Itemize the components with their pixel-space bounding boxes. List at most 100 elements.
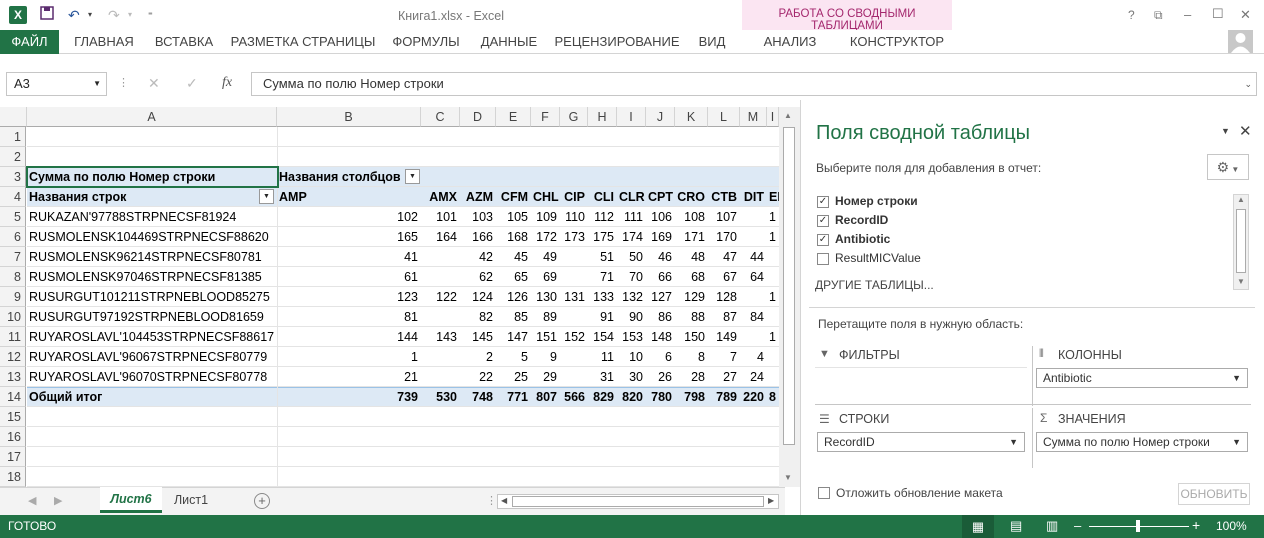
pivot-value-cell[interactable]: 149 bbox=[710, 327, 740, 347]
pivot-value-cell[interactable]: 45 bbox=[498, 247, 531, 267]
grand-total-cell[interactable]: 771 bbox=[498, 387, 531, 407]
pivot-value-cell[interactable]: 133 bbox=[590, 287, 617, 307]
zoom-slider-thumb[interactable] bbox=[1136, 520, 1140, 532]
customize-qat-icon[interactable]: ⁼ bbox=[148, 6, 153, 24]
pivot-value-cell[interactable]: 68 bbox=[677, 267, 708, 287]
row-header[interactable]: 18 bbox=[0, 467, 26, 487]
pivot-value-cell[interactable]: 165 bbox=[279, 227, 421, 247]
help-icon[interactable]: ? bbox=[1128, 8, 1135, 22]
pivot-row-label[interactable]: RUSURGUT97192STRPNEBLOOD81659 bbox=[29, 307, 277, 327]
pivot-value-cell[interactable]: 173 bbox=[562, 227, 588, 247]
pivot-value-cell[interactable]: 44 bbox=[742, 247, 767, 267]
tab-formulas[interactable]: ФОРМУЛЫ bbox=[388, 30, 464, 54]
pivot-value-cell[interactable]: 22 bbox=[462, 367, 496, 387]
save-icon[interactable] bbox=[40, 6, 54, 24]
row-header[interactable]: 4 bbox=[0, 187, 26, 207]
row-header[interactable]: 17 bbox=[0, 447, 26, 467]
field-list-settings[interactable]: ⚙ ▼ bbox=[1207, 154, 1249, 180]
grand-total-cell[interactable]: 780 bbox=[648, 387, 675, 407]
zoom-out-button[interactable]: – bbox=[1074, 518, 1081, 533]
pivot-value-cell[interactable]: 24 bbox=[742, 367, 767, 387]
grand-total-cell[interactable]: 530 bbox=[423, 387, 460, 407]
tab-page-layout[interactable]: РАЗМЕТКА СТРАНИЦЫ bbox=[228, 30, 378, 54]
tab-view[interactable]: ВИД bbox=[690, 30, 734, 54]
pivot-row-label[interactable]: RUKAZAN'97788STRPNECSF81924 bbox=[29, 207, 277, 227]
antibiotic-header[interactable]: DIT bbox=[742, 187, 767, 207]
columns-field-dropdown[interactable]: Antibiotic ▼ bbox=[1036, 368, 1248, 388]
row-header[interactable]: 16 bbox=[0, 427, 26, 447]
antibiotic-header[interactable]: AMP bbox=[279, 187, 421, 207]
pane-options-icon[interactable]: ▼ bbox=[1221, 126, 1230, 136]
pivot-value-cell[interactable]: 174 bbox=[619, 227, 646, 247]
pivot-value-cell[interactable]: 147 bbox=[498, 327, 531, 347]
redo-icon[interactable]: ↷ bbox=[108, 6, 120, 24]
column-header-c[interactable]: C bbox=[421, 107, 460, 127]
pivot-value-cell[interactable]: 1 bbox=[769, 227, 779, 247]
scroll-right-icon[interactable]: ▶ bbox=[54, 494, 62, 507]
pivot-value-cell[interactable]: 110 bbox=[562, 207, 588, 227]
row-header[interactable]: 15 bbox=[0, 407, 26, 427]
pivot-value-cell[interactable]: 48 bbox=[677, 247, 708, 267]
pivot-value-cell[interactable]: 166 bbox=[462, 227, 496, 247]
grand-total-cell[interactable]: 739 bbox=[279, 387, 421, 407]
row-header[interactable]: 12 bbox=[0, 347, 26, 367]
grand-total-cell[interactable]: 8 bbox=[769, 387, 779, 407]
row-header[interactable]: 10 bbox=[0, 307, 26, 327]
pivot-value-cell[interactable]: 46 bbox=[648, 247, 675, 267]
pivot-value-cell[interactable]: 47 bbox=[710, 247, 740, 267]
column-header-i[interactable]: I bbox=[767, 107, 779, 127]
field-checkbox-antibiotic[interactable]: ✓ bbox=[817, 234, 829, 246]
pivot-value-cell[interactable]: 28 bbox=[677, 367, 708, 387]
pivot-value-cell[interactable]: 1 bbox=[769, 327, 779, 347]
pivot-value-cell[interactable]: 67 bbox=[710, 267, 740, 287]
pivot-value-cell[interactable]: 10 bbox=[619, 347, 646, 367]
pivot-value-cell[interactable]: 1 bbox=[279, 347, 421, 367]
page-layout-view-icon[interactable]: ▤ bbox=[1010, 518, 1022, 534]
pivot-value-cell[interactable]: 106 bbox=[648, 207, 675, 227]
pivot-value-cell[interactable]: 145 bbox=[462, 327, 496, 347]
column-header-i[interactable]: I bbox=[617, 107, 646, 127]
grand-total-cell[interactable]: 829 bbox=[590, 387, 617, 407]
expand-formula-icon[interactable]: ⌄ bbox=[1244, 73, 1252, 95]
field-list-scrollbar[interactable]: ▲ ▼ bbox=[1233, 194, 1249, 290]
pivot-value-caption[interactable]: Сумма по полю Номер строки bbox=[29, 167, 277, 187]
scroll-down-arrow[interactable]: ▼ bbox=[784, 473, 792, 482]
defer-update-checkbox[interactable] bbox=[818, 487, 830, 499]
pivot-value-cell[interactable]: 29 bbox=[533, 367, 560, 387]
tab-file[interactable]: ФАЙЛ bbox=[0, 30, 59, 54]
pivot-value-cell[interactable]: 122 bbox=[423, 287, 460, 307]
pivot-value-cell[interactable]: 175 bbox=[590, 227, 617, 247]
column-header-j[interactable]: J bbox=[646, 107, 675, 127]
other-tables-link[interactable]: ДРУГИЕ ТАБЛИЦЫ... bbox=[815, 278, 934, 292]
pivot-value-cell[interactable]: 86 bbox=[648, 307, 675, 327]
pivot-value-cell[interactable]: 128 bbox=[710, 287, 740, 307]
pivot-value-cell[interactable]: 101 bbox=[423, 207, 460, 227]
pivot-value-cell[interactable]: 88 bbox=[677, 307, 708, 327]
column-header-b[interactable]: B bbox=[277, 107, 421, 127]
pivot-value-cell[interactable]: 164 bbox=[423, 227, 460, 247]
pivot-value-cell[interactable]: 127 bbox=[648, 287, 675, 307]
hscroll-left-arrow[interactable]: ◀ bbox=[501, 496, 507, 505]
scroll-up-arrow[interactable]: ▲ bbox=[1237, 195, 1245, 204]
pivot-value-cell[interactable]: 7 bbox=[710, 347, 740, 367]
pivot-value-cell[interactable]: 151 bbox=[533, 327, 560, 347]
cancel-icon[interactable]: ✕ bbox=[148, 75, 160, 92]
pivot-value-cell[interactable]: 9 bbox=[533, 347, 560, 367]
pivot-value-cell[interactable]: 144 bbox=[279, 327, 421, 347]
close-button[interactable]: ✕ bbox=[1240, 7, 1251, 23]
scroll-down-arrow[interactable]: ▼ bbox=[1237, 277, 1245, 286]
field-checkbox-recordid[interactable]: ✓ bbox=[817, 215, 829, 227]
antibiotic-header[interactable]: AMX bbox=[423, 187, 460, 207]
pivot-value-cell[interactable]: 51 bbox=[590, 247, 617, 267]
row-filter-button[interactable]: ▼ bbox=[259, 189, 274, 204]
column-header-m[interactable]: M bbox=[740, 107, 767, 127]
tab-design[interactable]: КОНСТРУКТОР bbox=[846, 30, 948, 54]
tab-analyze[interactable]: АНАЛИЗ bbox=[752, 30, 828, 54]
column-header-k[interactable]: K bbox=[675, 107, 708, 127]
pivot-value-cell[interactable]: 87 bbox=[710, 307, 740, 327]
pivot-value-cell[interactable]: 91 bbox=[590, 307, 617, 327]
grand-total-cell[interactable]: 820 bbox=[619, 387, 646, 407]
hscroll-thumb[interactable] bbox=[512, 496, 764, 507]
row-header[interactable]: 8 bbox=[0, 267, 26, 287]
insert-function-icon[interactable]: fx bbox=[222, 75, 232, 91]
